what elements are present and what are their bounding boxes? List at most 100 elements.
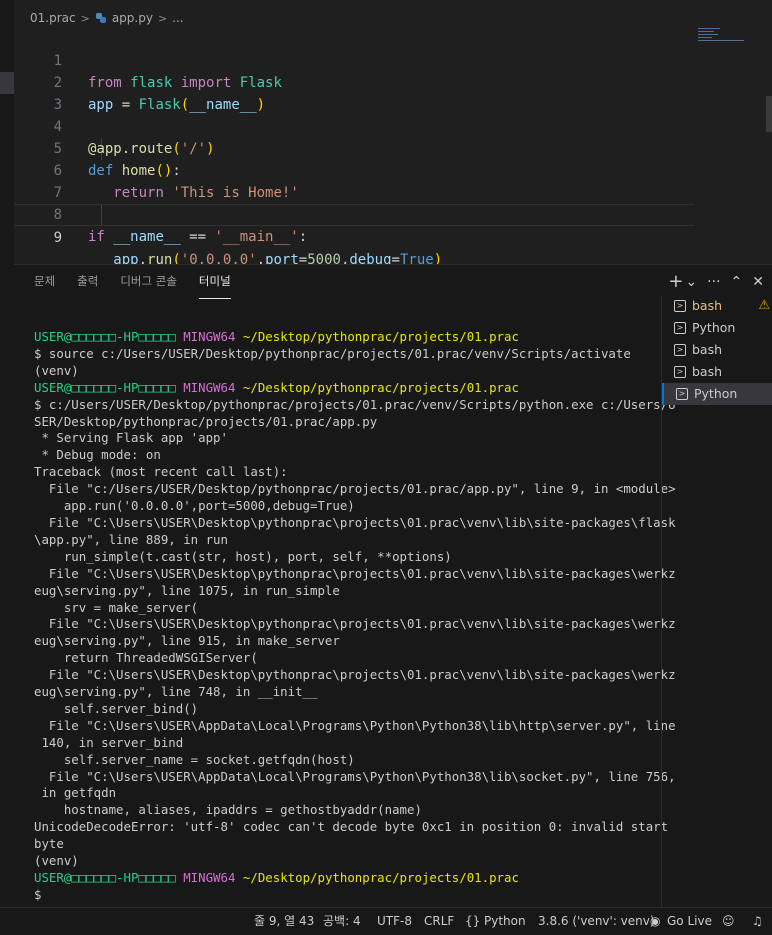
warning-icon: ⚠ <box>758 298 770 313</box>
terminal-icon: > <box>674 366 686 378</box>
breadcrumb-file[interactable]: app.py <box>112 11 153 25</box>
code-line-2[interactable]: 2 app = Flask(__name__) <box>14 50 694 113</box>
terminal-line: return ThreadedWSGIServer( <box>34 650 258 666</box>
terminal-line: $ c:/Users/USER/Desktop/pythonprac/proje… <box>34 396 676 412</box>
terminal-item-bash[interactable]: > bash <box>662 361 772 383</box>
status-eol[interactable]: CRLF <box>424 908 454 935</box>
code-token: '__main__' <box>214 229 299 245</box>
code-token: __name__ <box>113 229 181 245</box>
status-go-live[interactable]: Go Live <box>667 908 712 935</box>
terminal-line: File "C:\Users\USER\Desktop\pythonprac\p… <box>34 616 676 632</box>
plus-icon[interactable]: + <box>668 271 683 292</box>
code-line-6[interactable]: 6 return 'This is Home!' <box>14 138 694 201</box>
status-bar: 줄 9, 열 43 공백: 4 UTF-8 CRLF {} Python 3.8… <box>0 907 772 935</box>
tab-output[interactable]: 출력 <box>77 273 98 299</box>
status-language[interactable]: Python <box>484 908 526 935</box>
terminal-input-line[interactable]: $ <box>34 887 664 904</box>
braces-icon: {} <box>465 914 481 928</box>
breadcrumb-folder[interactable]: 01.prac <box>30 11 76 25</box>
status-encoding[interactable]: UTF-8 <box>377 908 412 935</box>
code-token: == <box>180 229 215 245</box>
chevron-down-icon[interactable]: ⌄ <box>685 274 697 290</box>
terminal-line: byte <box>34 836 64 852</box>
terminal-line: File "c:/Users/USER/Desktop/pythonprac/p… <box>34 481 676 497</box>
editor-scrollbar[interactable] <box>766 96 772 132</box>
code-line-1[interactable]: 1 from flask import Flask <box>14 28 694 91</box>
status-indentation[interactable]: 공백: 4 <box>323 908 361 935</box>
status-interpreter[interactable]: 3.8.6 ('venv': venv) <box>538 908 655 935</box>
terminal-line: Traceback (most recent call last): <box>34 464 288 480</box>
status-cursor-position[interactable]: 줄 9, 열 43 <box>254 908 314 935</box>
terminal-item-label: bash <box>692 342 723 357</box>
terminal-item-python-active[interactable]: > Python <box>662 383 772 405</box>
terminal-prompt: USER@□□□□□□-HP□□□□□ MINGW64 ~/Desktop/py… <box>34 870 519 885</box>
code-line-5[interactable]: 5 def home(): <box>14 116 694 179</box>
terminal-line: 140, in server_bind <box>34 734 184 750</box>
terminal-line: * Debug mode: on <box>34 447 161 463</box>
chevron-right-icon: > <box>80 11 90 25</box>
terminal-line: (venv) <box>34 853 79 869</box>
bell-icon[interactable]: ♫ <box>752 908 763 935</box>
terminal-line: self.server_bind() <box>34 700 199 716</box>
terminal-line: eug\serving.py", line 915, in make_serve… <box>34 633 340 649</box>
broadcast-icon: ◉ <box>650 914 661 928</box>
terminal-line: File "C:\Users\USER\AppData\Local\Progra… <box>34 717 676 733</box>
terminal-line: File "C:\Users\USER\Desktop\pythonprac\p… <box>34 667 676 683</box>
terminal-line: app.run('0.0.0.0',port=5000,debug=True) <box>34 498 355 514</box>
line-number: 9 <box>53 230 62 246</box>
breadcrumb-more[interactable]: ... <box>172 11 183 25</box>
terminal-line: * Serving Flask app 'app' <box>34 430 228 446</box>
terminal-line: eug\serving.py", line 1075, in run_simpl… <box>34 582 340 598</box>
code-line-7[interactable]: 7 <box>14 160 694 201</box>
terminal-icon: > <box>674 344 686 356</box>
code-line-9[interactable]: 9 app.run('0.0.0.0',port=5000,debug=True… <box>14 204 694 268</box>
terminal-prompt: USER@□□□□□□-HP□□□□□ MINGW64 ~/Desktop/py… <box>34 329 519 344</box>
feedback-icon[interactable]: ☺ <box>722 908 735 935</box>
terminal-output[interactable]: USER@□□□□□□-HP□□□□□ MINGW64 ~/Desktop/py… <box>34 329 676 904</box>
terminal-icon: > <box>676 388 688 400</box>
chevron-up-icon[interactable]: ⌃ <box>731 274 743 290</box>
terminal-line: self.server_name = socket.getfqdn(host) <box>34 751 355 767</box>
activity-bar-edge <box>0 0 14 935</box>
panel-actions: + ⌄ ··· ⌃ ✕ <box>668 271 764 292</box>
terminal-line: File "C:\Users\USER\AppData\Local\Progra… <box>34 768 676 784</box>
terminal-list: > bash ⚠ > Python > bash > bash > Python <box>661 295 772 908</box>
breadcrumb: 01.prac > app.py > ... <box>30 8 184 28</box>
terminal-line: srv = make_server( <box>34 599 199 615</box>
more-icon[interactable]: ··· <box>707 274 720 290</box>
terminal-line: File "C:\Users\USER\Desktop\pythonprac\p… <box>34 514 676 530</box>
close-icon[interactable]: ✕ <box>752 274 764 290</box>
terminal-line: File "C:\Users\USER\Desktop\pythonprac\p… <box>34 565 676 581</box>
terminal-line: in getfqdn <box>34 785 117 801</box>
minimap[interactable] <box>698 28 748 48</box>
terminal-prompt: USER@□□□□□□-HP□□□□□ MINGW64 ~/Desktop/py… <box>34 379 519 395</box>
terminal-item-bash[interactable]: > bash <box>662 339 772 361</box>
terminal-item-label: bash <box>692 364 723 379</box>
terminal-line: $ source c:/Users/USER/Desktop/pythonpra… <box>34 345 631 361</box>
python-file-icon <box>95 12 107 24</box>
terminal-icon: > <box>674 322 686 334</box>
tab-debug-console[interactable]: 디버그 콘솔 <box>120 273 177 299</box>
terminal-icon: > <box>674 300 686 312</box>
terminal-item-python[interactable]: > Python <box>662 317 772 339</box>
terminal-line: \app.py", line 889, in run <box>34 531 228 547</box>
tab-terminal[interactable]: 터미널 <box>198 273 231 299</box>
panel-tabs: 문제 출력 디버그 콘솔 터미널 <box>34 273 253 299</box>
terminal-line: run_simple(t.cast(str, host), port, self… <box>34 548 452 564</box>
terminal-item-bash[interactable]: > bash ⚠ <box>662 295 772 317</box>
code-token: : <box>298 229 308 245</box>
terminal-item-label: Python <box>694 386 738 401</box>
code-line-3[interactable]: 3 <box>14 72 694 113</box>
terminal-line: hostname, aliases, ipaddrs = gethostbyad… <box>34 802 422 818</box>
chevron-right-icon: > <box>157 11 168 25</box>
code-editor[interactable]: 1 from flask import Flask 2 app = Flask(… <box>14 28 772 268</box>
code-line-4[interactable]: 4 @app.route('/') <box>14 94 694 157</box>
bottom-panel: 문제 출력 디버그 콘솔 터미널 + ⌄ ··· ⌃ ✕ USER@□□□□□□… <box>14 264 772 908</box>
terminal-line: (venv) <box>34 362 79 378</box>
terminal-item-label: bash <box>692 298 723 313</box>
activity-bar-highlight <box>0 72 14 94</box>
terminal-line: eug\serving.py", line 748, in __init__ <box>34 684 318 700</box>
code-line-8[interactable]: 8 if __name__ == '__main__': <box>14 182 694 245</box>
tab-problems[interactable]: 문제 <box>34 273 55 299</box>
code-token: if <box>88 229 105 245</box>
